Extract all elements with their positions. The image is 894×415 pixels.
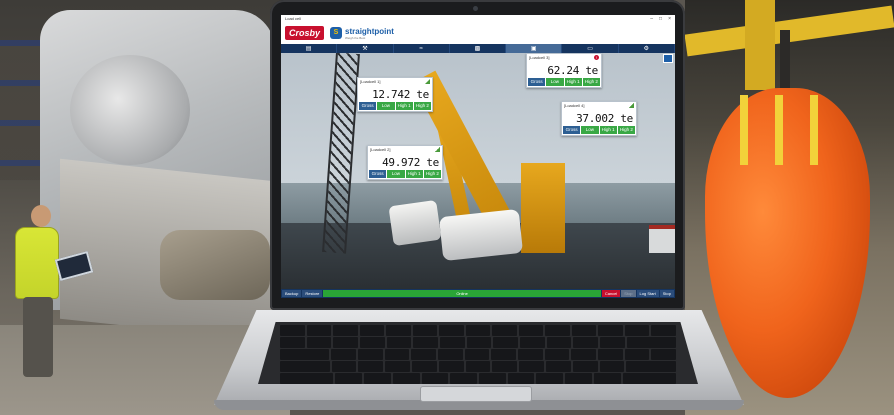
loadcell-name: [Loadcell 1] xyxy=(360,79,381,84)
straightpoint-logo: S straightpoint Weigh the Best xyxy=(330,27,394,40)
lifted-tank xyxy=(438,208,524,262)
maximize-icon[interactable]: □ xyxy=(659,16,662,22)
straightpoint-mark-icon: S xyxy=(330,27,343,39)
overhead-beam xyxy=(745,0,775,90)
bar-chart-icon[interactable]: ▩ xyxy=(450,44,507,53)
app-window: Load cell – □ × Crosby S straightpoint W… xyxy=(281,15,675,298)
laptop-touchpad xyxy=(420,386,532,402)
crane-body xyxy=(521,163,565,253)
window-controls: – □ × xyxy=(650,16,671,22)
high2-alarm-button[interactable]: High 2 xyxy=(617,126,635,134)
signal-icon xyxy=(435,147,440,152)
loadcell-panel-3: [Loadcell 3]! 62.24 te Gross Low High 1 … xyxy=(526,53,602,88)
settings-icon[interactable]: ⚙ xyxy=(619,44,675,53)
gross-button[interactable]: Gross xyxy=(528,78,546,86)
log-stop-button[interactable]: Stop xyxy=(659,290,674,297)
alert-icon: ! xyxy=(594,55,599,60)
low-alarm-button[interactable]: Low xyxy=(546,78,564,86)
high1-alarm-button[interactable]: High 1 xyxy=(405,170,423,178)
stop-button[interactable]: Stop xyxy=(621,290,636,297)
image-icon[interactable]: ▣ xyxy=(506,44,563,53)
brand-header: Crosby S straightpoint Weigh the Best xyxy=(281,22,675,44)
brand-tagline: Weigh the Best xyxy=(345,35,366,40)
high1-alarm-button[interactable]: High 1 xyxy=(395,102,413,110)
loadcell-reading: 62.24 te xyxy=(547,64,598,77)
gross-button[interactable]: Gross xyxy=(369,170,387,178)
crane-hook xyxy=(780,30,790,90)
cancel-button[interactable]: Cancel xyxy=(601,290,621,297)
loadcell-panel-4: [Loadcell 4] 37.002 te Gross Low High 1 … xyxy=(561,101,637,136)
loadcell-reading: 49.972 te xyxy=(382,156,439,169)
connection-status: Online xyxy=(323,290,601,297)
hi-vis-vest xyxy=(15,227,59,299)
webcam xyxy=(473,6,478,11)
bag-strap xyxy=(740,95,748,165)
straightpoint-name: straightpoint xyxy=(345,26,394,36)
gross-button[interactable]: Gross xyxy=(359,102,377,110)
restore-button[interactable]: Restore xyxy=(302,290,323,297)
worker-legs xyxy=(23,297,53,377)
laptop-keyboard xyxy=(258,322,698,384)
loadcell-reading: 37.002 te xyxy=(576,112,633,125)
tarpaulin xyxy=(160,230,270,300)
gross-button[interactable]: Gross xyxy=(563,126,581,134)
minimize-icon[interactable]: – xyxy=(650,16,653,22)
bottom-bar: Backup Restore Online Cancel Stop Log St… xyxy=(281,289,675,298)
high2-alarm-button[interactable]: High 2 xyxy=(582,78,600,86)
water-weight-bag xyxy=(705,88,870,398)
wrench-icon[interactable]: ⚒ xyxy=(337,44,394,53)
bag-strap xyxy=(775,95,783,165)
crosby-logo: Crosby xyxy=(285,26,325,40)
loadcell-panel-2: [Loadcell 2] 49.972 te Gross Low High 1 … xyxy=(367,145,443,180)
low-alarm-button[interactable]: Low xyxy=(387,170,405,178)
high2-alarm-button[interactable]: High 2 xyxy=(413,102,431,110)
ship xyxy=(649,225,675,253)
window-title: Load cell xyxy=(285,16,302,21)
low-alarm-button[interactable]: Low xyxy=(377,102,395,110)
lifted-tank xyxy=(388,199,442,247)
camera-icon[interactable] xyxy=(663,54,673,63)
backup-button[interactable]: Backup xyxy=(282,290,302,297)
monitor-icon[interactable]: ▭ xyxy=(562,44,619,53)
window-titlebar: Load cell – □ × xyxy=(281,15,675,22)
loadcell-panel-1: [Loadcell 1] 12.742 te Gross Low High 1 … xyxy=(357,77,433,112)
list-icon[interactable]: ▤ xyxy=(281,44,338,53)
close-icon[interactable]: × xyxy=(668,16,671,22)
worker-head xyxy=(31,205,51,227)
loadcell-name: [Loadcell 2] xyxy=(370,147,391,152)
bag-strap xyxy=(810,95,818,165)
log-start-button[interactable]: Log Start xyxy=(636,290,659,297)
worker-with-tablet xyxy=(5,205,94,385)
high1-alarm-button[interactable]: High 1 xyxy=(599,126,617,134)
radar-dish xyxy=(70,55,190,165)
background-image-lift: [Loadcell 1] 12.742 te Gross Low High 1 … xyxy=(281,53,675,289)
signal-icon xyxy=(425,79,430,84)
loadcell-name: [Loadcell 4] xyxy=(564,103,585,108)
loadcell-reading: 12.742 te xyxy=(372,88,429,101)
loadcell-name: [Loadcell 3] xyxy=(529,55,550,60)
main-toolbar: ▤ ⚒ ≈ ▩ ▣ ▭ ⚙ xyxy=(281,44,675,53)
low-alarm-button[interactable]: Low xyxy=(581,126,599,134)
high1-alarm-button[interactable]: High 1 xyxy=(564,78,582,86)
wifi-icon[interactable]: ≈ xyxy=(394,44,450,53)
high2-alarm-button[interactable]: High 2 xyxy=(423,170,441,178)
signal-icon xyxy=(629,103,634,108)
